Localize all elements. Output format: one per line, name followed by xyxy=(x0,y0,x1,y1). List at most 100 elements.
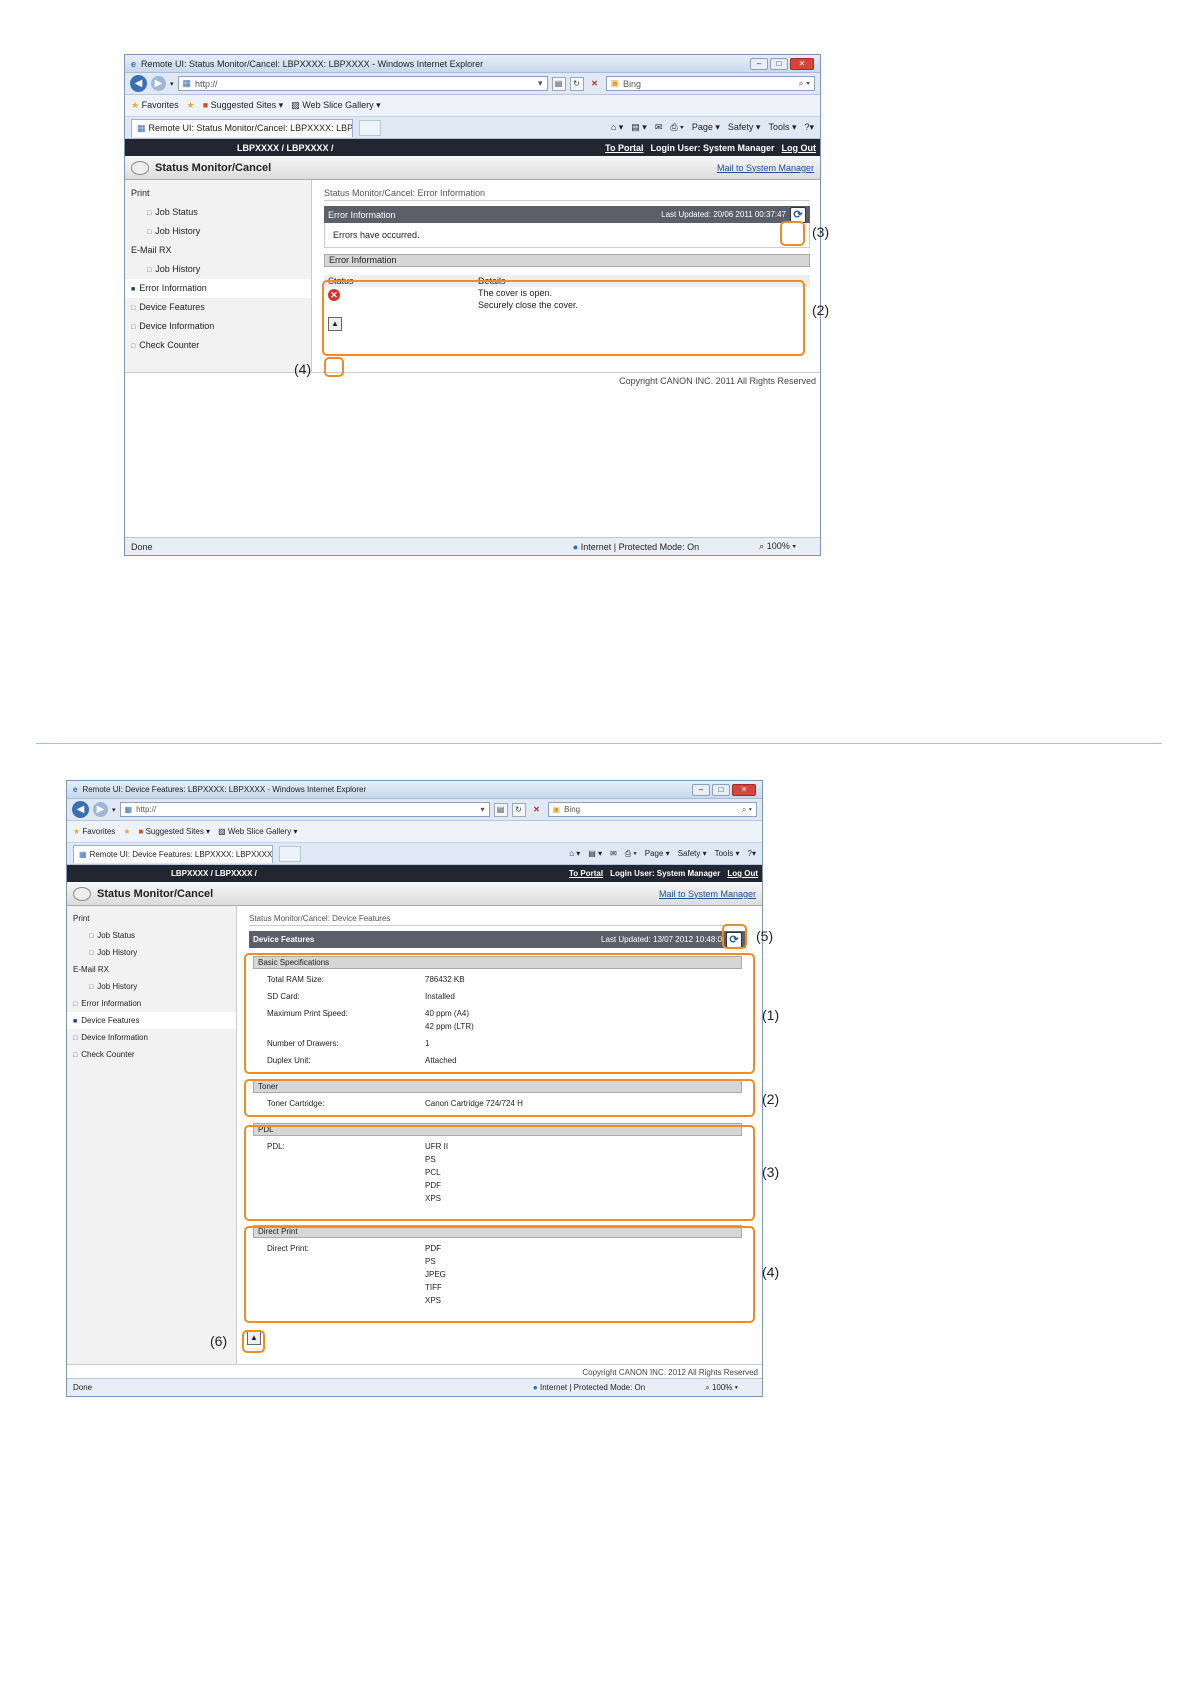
search-icon[interactable]: ⌕ ▾ xyxy=(742,805,752,815)
add-favorite-icon[interactable]: ★ xyxy=(123,827,130,836)
highlight-refresh xyxy=(722,924,747,949)
print-icon[interactable]: ⎙ ▾ xyxy=(625,849,637,859)
suggested-sites-button[interactable]: ■ Suggested Sites ▾ xyxy=(138,827,210,836)
highlight-page-top xyxy=(324,357,344,377)
sidebar-item-job-history[interactable]: □ Job History xyxy=(67,944,236,961)
chevron-down-icon[interactable]: ▾ xyxy=(538,78,543,89)
feeds-icon[interactable]: ▤ ▾ xyxy=(631,122,647,133)
sidebar-item-job-status[interactable]: □ Job Status xyxy=(67,927,236,944)
sidebar-item-label: Job History xyxy=(155,264,201,274)
forward-button[interactable]: ▶ xyxy=(151,76,166,91)
page-menu[interactable]: Page ▾ xyxy=(692,122,720,133)
home-icon[interactable]: ⌂ ▾ xyxy=(569,849,580,858)
bullet-icon: □ xyxy=(147,210,152,217)
forward-button[interactable]: ▶ xyxy=(93,802,108,817)
sidebar-heading-print: Print xyxy=(131,188,150,198)
web-slice-button[interactable]: ▨ Web Slice Gallery ▾ xyxy=(218,827,297,836)
help-menu[interactable]: ?▾ xyxy=(748,849,756,858)
close-button[interactable]: ✕ xyxy=(732,783,756,796)
app-title: Status Monitor/Cancel xyxy=(155,161,272,174)
panel-title: Device Features xyxy=(253,935,315,944)
search-placeholder: Bing xyxy=(564,805,581,814)
bullet-icon: □ xyxy=(73,1052,78,1059)
print-icon[interactable]: ⎙ ▾ xyxy=(670,122,683,133)
help-menu[interactable]: ?▾ xyxy=(804,122,814,133)
sidebar-heading-print: Print xyxy=(73,914,90,923)
web-slice-button[interactable]: ▨ Web Slice Gallery ▾ xyxy=(291,100,380,111)
history-dropdown-icon[interactable]: ▾ xyxy=(170,80,174,88)
sidebar-item-device-features[interactable]: □ Device Features xyxy=(125,298,311,317)
page-menu[interactable]: Page ▾ xyxy=(645,849,670,858)
highlight-refresh xyxy=(780,221,805,246)
mail-to-system-manager-link[interactable]: Mail to System Manager xyxy=(717,163,814,173)
new-tab-button[interactable] xyxy=(359,119,381,136)
sidebar-item-label: Job History xyxy=(97,982,138,991)
zoom-control[interactable]: ⌕ 100% ▾ xyxy=(759,541,796,552)
log-out-link[interactable]: Log Out xyxy=(782,143,817,153)
sidebar-item-job-history[interactable]: □ Job History xyxy=(125,222,311,241)
back-button[interactable]: ◀ xyxy=(72,801,89,818)
to-portal-link[interactable]: To Portal xyxy=(569,869,603,878)
maximize-button[interactable]: □ xyxy=(770,57,788,70)
search-input[interactable]: ▣ Bing ⌕ ▾ xyxy=(605,76,815,91)
suggested-sites-label: Suggested Sites ▾ xyxy=(145,827,211,836)
chevron-down-icon[interactable]: ▾ xyxy=(481,805,485,814)
panel-header: Device Features Last Updated: 13/07 2012… xyxy=(249,931,746,948)
mail-to-system-manager-link[interactable]: Mail to System Manager xyxy=(659,889,756,899)
sidebar-item-job-status[interactable]: □ Job Status xyxy=(125,203,311,222)
sidebar-item-device-information[interactable]: □ Device Information xyxy=(125,317,311,336)
sidebar-item-device-information[interactable]: □ Device Information xyxy=(67,1029,236,1046)
refresh-icon[interactable]: ↻ xyxy=(569,76,584,91)
log-out-link[interactable]: Log Out xyxy=(727,869,758,878)
search-input[interactable]: ▣ Bing ⌕ ▾ xyxy=(547,802,757,817)
add-favorite-icon[interactable]: ★ xyxy=(187,100,195,111)
sidebar-item-device-features[interactable]: ■ Device Features xyxy=(67,1012,236,1029)
web-slice-label: Web Slice Gallery ▾ xyxy=(227,827,298,836)
compatibility-icon[interactable]: ▤ xyxy=(551,76,566,91)
sidebar-item-label: Device Features xyxy=(81,1016,140,1025)
tools-menu[interactable]: Tools ▾ xyxy=(715,849,740,858)
stop-icon[interactable]: ✕ xyxy=(530,803,544,817)
home-icon[interactable]: ⌂ ▾ xyxy=(611,122,623,133)
back-button[interactable]: ◀ xyxy=(130,75,147,92)
minimize-button[interactable]: – xyxy=(692,783,710,796)
url-input[interactable]: ▦ http:// ▾ xyxy=(177,76,548,91)
safety-menu[interactable]: Safety ▾ xyxy=(728,122,761,133)
history-dropdown-icon[interactable]: ▾ xyxy=(112,806,116,814)
search-icon[interactable]: ⌕ ▾ xyxy=(799,78,810,89)
to-portal-link[interactable]: To Portal xyxy=(605,143,643,153)
browser-tab[interactable]: ▦ Remote UI: Status Monitor/Cancel: LBPX… xyxy=(131,118,353,137)
sidebar-item-rx-job-history[interactable]: □ Job History xyxy=(67,978,236,995)
minimize-button[interactable]: – xyxy=(750,57,768,70)
printer-bar: LBPXXXX / LBPXXXX / To Portal Login User… xyxy=(125,139,820,156)
bing-icon: ▣ xyxy=(610,78,620,88)
compatibility-icon[interactable]: ▤ xyxy=(493,802,508,817)
sidebar-item-rx-job-history[interactable]: □ Job History xyxy=(125,260,311,279)
mail-icon[interactable]: ✉ xyxy=(655,122,663,133)
mail-icon[interactable]: ✉ xyxy=(610,849,617,858)
zoom-control[interactable]: ⌕ 100% ▾ xyxy=(705,1383,738,1393)
sidebar-item-error-information[interactable]: ■ Error Information xyxy=(125,279,311,298)
feeds-icon[interactable]: ▤ ▾ xyxy=(588,849,602,858)
new-tab-button[interactable] xyxy=(279,845,301,862)
ie-logo-icon: e xyxy=(131,58,137,69)
stop-icon[interactable]: ✕ xyxy=(588,77,602,91)
suggested-sites-button[interactable]: ■ Suggested Sites ▾ xyxy=(203,100,284,111)
sidebar-item-error-information[interactable]: □ Error Information xyxy=(67,995,236,1012)
favorites-button[interactable]: ★ Favorites xyxy=(131,100,179,111)
sidebar-item-check-counter[interactable]: □ Check Counter xyxy=(67,1046,236,1063)
breadcrumb: Status Monitor/Cancel: Error Information xyxy=(324,188,810,201)
refresh-icon[interactable]: ↻ xyxy=(511,802,526,817)
close-button[interactable]: ✕ xyxy=(790,57,814,70)
printer-name: LBPXXXX / LBPXXXX / xyxy=(171,869,257,878)
url-input[interactable]: ▦ http:// ▾ xyxy=(119,802,490,817)
favorites-label: Favorites xyxy=(141,100,179,110)
sidebar-item-check-counter[interactable]: □ Check Counter xyxy=(125,336,311,355)
sidebar-item-label: Job Status xyxy=(155,207,198,217)
favorites-button[interactable]: ★ Favorites xyxy=(73,827,115,836)
tools-menu[interactable]: Tools ▾ xyxy=(768,122,796,133)
browser-tab[interactable]: ▦ Remote UI: Device Features: LBPXXXX: L… xyxy=(73,844,273,863)
bullet-icon: □ xyxy=(147,267,152,274)
maximize-button[interactable]: □ xyxy=(712,783,730,796)
safety-menu[interactable]: Safety ▾ xyxy=(678,849,707,858)
